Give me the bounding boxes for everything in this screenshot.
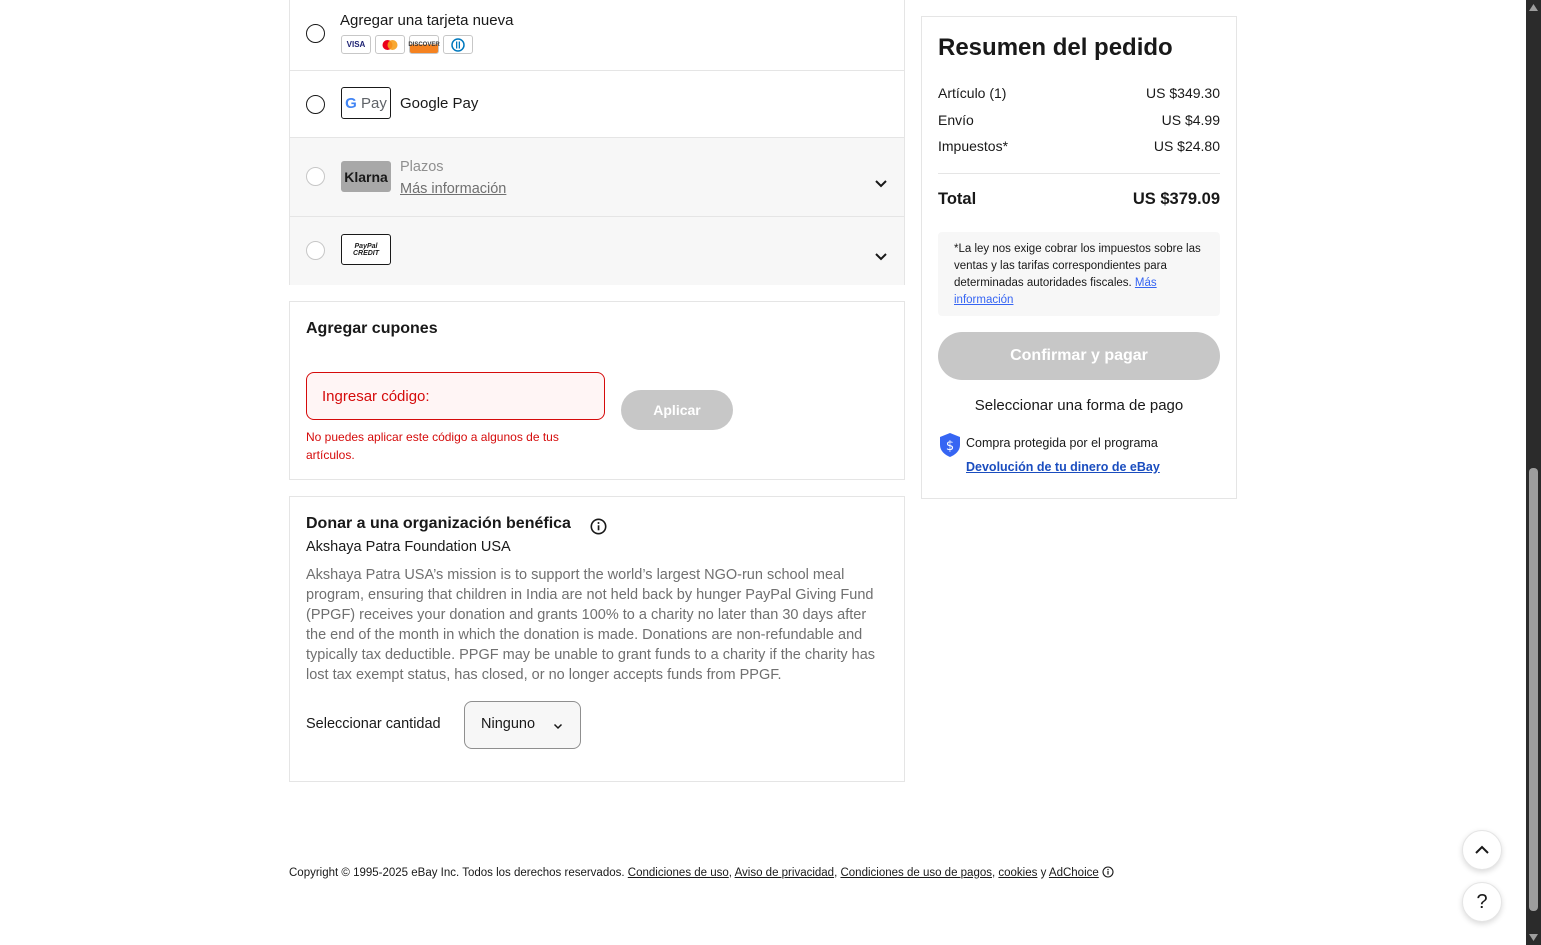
donation-description: Akshaya Patra USA’s mission is to suppor… xyxy=(306,567,876,683)
scroll-down-arrow-icon[interactable] xyxy=(1529,934,1538,941)
money-back-guarantee-link[interactable]: Devolución de tu dinero de eBay xyxy=(966,460,1160,474)
donation-amount-value: Ninguno xyxy=(481,716,536,732)
scroll-to-top-button[interactable] xyxy=(1462,830,1502,870)
select-payment-hint: Seleccionar una forma de pago xyxy=(974,397,1184,414)
summary-row-value: US $349.30 xyxy=(1146,85,1220,101)
info-icon[interactable] xyxy=(590,518,607,535)
footer-link-adchoice[interactable]: AdChoice xyxy=(1049,867,1099,879)
summary-row-label: Envío xyxy=(938,112,974,128)
shield-icon: $ xyxy=(940,433,960,457)
summary-row-label: Impuestos* xyxy=(938,138,1009,154)
page-scrollbar[interactable] xyxy=(1526,0,1541,945)
footer: Copyright © 1995-2025 eBay Inc. Todos lo… xyxy=(289,866,1114,879)
discover-icon: DISCOVER xyxy=(408,35,440,54)
radio-google-pay[interactable] xyxy=(306,95,325,114)
footer-link-terms[interactable]: Condiciones de uso xyxy=(628,867,729,879)
paypal-credit-icon: PayPal CREDIT xyxy=(341,234,391,265)
donation-section: Donar a una organización benéfica Akshay… xyxy=(289,496,905,782)
scroll-up-arrow-icon[interactable] xyxy=(1529,4,1538,11)
donation-org-name: Akshaya Patra Foundation USA xyxy=(306,539,511,555)
summary-row-value: US $4.99 xyxy=(1161,112,1220,128)
payment-methods: Agregar una tarjeta nueva VISA DISCOVER … xyxy=(289,0,905,285)
klarna-label: Plazos xyxy=(400,159,444,175)
payment-option-new-card[interactable]: Agregar una tarjeta nueva VISA DISCOVER xyxy=(290,0,904,71)
coupon-input-placeholder: Ingresar código: xyxy=(322,388,430,405)
diners-icon xyxy=(443,35,473,54)
summary-divider xyxy=(938,173,1220,174)
apply-coupon-button[interactable]: Aplicar xyxy=(621,390,733,430)
copyright-text: Copyright © 1995-2025 eBay Inc. Todos lo… xyxy=(289,867,625,879)
summary-row-shipping: Envío US $4.99 xyxy=(938,112,1220,128)
new-card-label: Agregar una tarjeta nueva xyxy=(340,12,514,29)
tax-note: *La ley nos exige cobrar los impuestos s… xyxy=(938,232,1220,316)
summary-row-items: Artículo (1) US $349.30 xyxy=(938,85,1220,101)
google-pay-label: Google Pay xyxy=(400,95,479,112)
donation-amount-select[interactable]: Ninguno xyxy=(464,701,581,749)
footer-link-privacy[interactable]: Aviso de privacidad xyxy=(735,867,835,879)
radio-paypal-credit[interactable] xyxy=(306,241,325,260)
donation-title: Donar a una organización benéfica xyxy=(306,515,571,532)
coupons-title: Agregar cupones xyxy=(306,320,438,337)
chevron-down-icon[interactable] xyxy=(874,176,888,190)
help-button[interactable]: ? xyxy=(1462,882,1502,922)
payment-option-paypal-credit[interactable]: PayPal CREDIT xyxy=(290,217,904,285)
klarna-more-info-link[interactable]: Más información xyxy=(400,181,506,197)
summary-title: Resumen del pedido xyxy=(938,34,1173,61)
radio-new-card[interactable] xyxy=(306,24,325,43)
footer-link-cookies[interactable]: cookies xyxy=(998,867,1037,879)
donation-amount-label: Seleccionar cantidad xyxy=(306,716,441,732)
coupon-code-input[interactable]: Ingresar código: xyxy=(306,372,605,420)
klarna-icon: Klarna xyxy=(341,161,391,192)
summary-row-taxes: Impuestos* US $24.80 xyxy=(938,138,1220,154)
total-label: Total xyxy=(938,190,977,208)
chevron-up-icon xyxy=(1475,845,1489,854)
order-summary: Resumen del pedido Artículo (1) US $349.… xyxy=(921,16,1237,499)
total-value: US $379.09 xyxy=(1132,190,1220,208)
payment-option-google-pay[interactable]: G Pay Google Pay xyxy=(290,71,904,138)
google-pay-icon: G Pay xyxy=(341,87,391,119)
confirm-and-pay-button[interactable]: Confirmar y pagar xyxy=(938,332,1220,380)
adchoice-icon[interactable] xyxy=(1102,866,1114,878)
visa-icon: VISA xyxy=(341,35,371,54)
coupons-section: Agregar cupones Ingresar código: Aplicar… xyxy=(289,301,905,480)
payment-option-klarna[interactable]: Klarna Plazos Más información xyxy=(290,138,904,217)
footer-link-payments[interactable]: Condiciones de uso de pagos xyxy=(840,867,992,879)
svg-text:$: $ xyxy=(946,439,954,454)
radio-klarna[interactable] xyxy=(306,167,325,186)
summary-row-value: US $24.80 xyxy=(1153,138,1220,154)
summary-row-label: Artículo (1) xyxy=(938,85,1007,101)
mastercard-icon xyxy=(375,35,405,54)
protection-text: Compra protegida por el programa xyxy=(966,436,1158,450)
chevron-down-icon[interactable] xyxy=(874,249,888,263)
coupon-error-message: No puedes aplicar este código a algunos … xyxy=(306,430,559,462)
scrollbar-thumb[interactable] xyxy=(1529,468,1538,911)
footer-conjunction: y xyxy=(1040,867,1047,879)
chevron-down-icon xyxy=(553,723,563,730)
tax-note-text: *La ley nos exige cobrar los impuestos s… xyxy=(954,243,1201,289)
summary-total: Total US $379.09 xyxy=(938,190,1220,209)
